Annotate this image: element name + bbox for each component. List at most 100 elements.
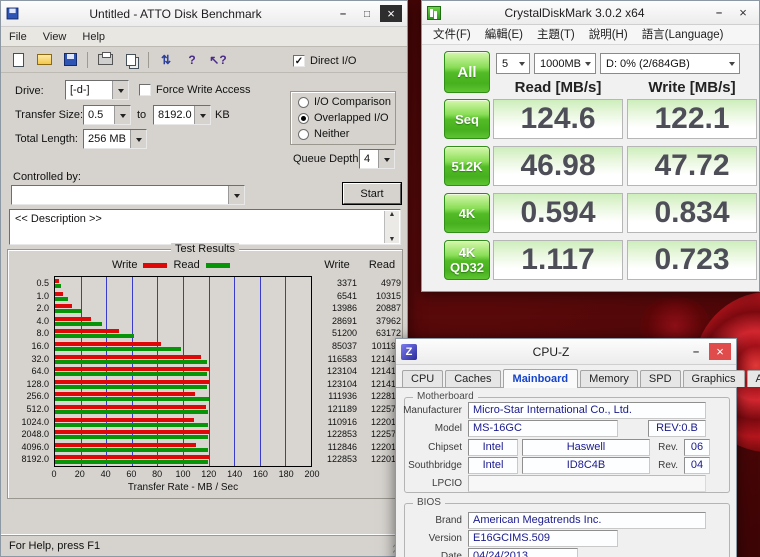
cdm-drive-value: D: 0% (2/684GB)	[606, 58, 690, 70]
atto-chart-xlabels: 020406080100120140160180200	[54, 469, 312, 480]
read-bar	[55, 360, 207, 364]
tab-caches[interactable]: Caches	[445, 370, 500, 387]
x-tick-label: 60	[126, 469, 136, 479]
transfer-to-combo[interactable]: 8192.0	[153, 105, 211, 125]
read-value: 10315	[360, 290, 404, 303]
cdm-4kqd32-write-value: 0.723	[627, 240, 757, 280]
cpuz-close-button[interactable]	[709, 343, 731, 360]
write-value: 122853	[314, 428, 360, 441]
chipset-vendor-field: Intel	[468, 439, 518, 456]
manufacturer-label: Manufacturer	[400, 405, 462, 416]
overlapped-io-label: Overlapped I/O	[314, 112, 389, 124]
write-bar	[55, 292, 63, 296]
description-box[interactable]: << Description >> ▲ ▼	[9, 209, 401, 245]
close-icon	[739, 5, 747, 20]
tab-memory[interactable]: Memory	[580, 370, 638, 387]
write-swatch-icon	[143, 263, 167, 268]
drive-combo[interactable]: [-d-]	[65, 80, 129, 100]
cdm-close-button[interactable]	[732, 4, 754, 21]
legend-read-label: Read	[173, 259, 199, 271]
tab-cpu[interactable]: CPU	[402, 370, 443, 387]
cdm-menu-file[interactable]: 文件(F)	[426, 25, 478, 45]
chipset-label: Chipset	[400, 442, 462, 453]
write-bar	[55, 443, 196, 447]
save-icon	[64, 53, 77, 66]
transfer-button[interactable]: ⇅	[155, 50, 177, 70]
chipset-rev-field: 06	[684, 439, 710, 456]
open-button[interactable]	[33, 50, 55, 70]
copy-button[interactable]	[120, 50, 142, 70]
y-tick-label: 4.0	[10, 315, 52, 328]
new-button[interactable]	[7, 50, 29, 70]
x-tick-label: 20	[75, 469, 85, 479]
atto-maximize-button[interactable]	[356, 5, 378, 22]
menu-view[interactable]: View	[35, 27, 75, 47]
write-bar	[55, 342, 161, 346]
cdm-512k-button[interactable]: 512K	[444, 146, 490, 186]
queue-depth-combo[interactable]: 4	[359, 149, 395, 169]
direct-io-checkbox[interactable]: Direct I/O	[293, 55, 356, 67]
cdm-all-button[interactable]: All	[444, 51, 490, 93]
cdm-test-size-combo[interactable]: 1000MB	[534, 53, 596, 74]
cdm-drive-combo[interactable]: D: 0% (2/684GB)	[600, 53, 740, 74]
print-button[interactable]	[94, 50, 116, 70]
cdm-4k-button[interactable]: 4K	[444, 193, 490, 233]
tab-about[interactable]: About	[747, 370, 760, 387]
transfer-from-combo[interactable]: 0.5	[83, 105, 131, 125]
write-value: 123104	[314, 365, 360, 378]
help-button[interactable]: ?	[181, 50, 203, 70]
lpcio-label: LPCIO	[400, 478, 462, 489]
tab-graphics[interactable]: Graphics	[683, 370, 745, 387]
cdm-menu-help[interactable]: 說明(H)	[582, 25, 635, 45]
tab-spd[interactable]: SPD	[640, 370, 681, 387]
controlled-by-combo[interactable]	[11, 185, 245, 205]
cdm-menu-edit[interactable]: 編輯(E)	[478, 25, 530, 45]
atto-close-button[interactable]	[380, 5, 402, 22]
io-comparison-radio[interactable]: I/O Comparison	[298, 96, 391, 108]
cdm-minimize-button[interactable]	[708, 4, 730, 21]
chart-row	[55, 390, 311, 403]
read-bar	[55, 297, 68, 301]
cdm-menu-theme[interactable]: 主題(T)	[530, 25, 582, 45]
atto-titlebar[interactable]: Untitled - ATTO Disk Benchmark	[1, 1, 407, 27]
cpuz-window: CPU-Z CPU Caches Mainboard Memory SPD Gr…	[395, 338, 737, 557]
save-button[interactable]	[59, 50, 81, 70]
menu-file[interactable]: File	[1, 27, 35, 47]
read-bar	[55, 309, 81, 313]
cdm-seq-button[interactable]: Seq	[444, 99, 490, 139]
overlapped-io-radio[interactable]: Overlapped I/O	[298, 112, 389, 124]
force-write-checkbox[interactable]: Force Write Access	[139, 84, 251, 96]
cpuz-tabbar: CPU Caches Mainboard Memory SPD Graphics…	[396, 367, 736, 388]
start-button[interactable]: Start	[343, 183, 401, 204]
context-help-button[interactable]: ↖?	[207, 50, 229, 70]
menu-help[interactable]: Help	[74, 27, 113, 47]
neither-radio[interactable]: Neither	[298, 128, 349, 140]
write-value: 13986	[314, 302, 360, 315]
atto-minimize-button[interactable]	[332, 5, 354, 22]
description-scrollbar[interactable]: ▲ ▼	[384, 211, 399, 243]
model-label: Model	[400, 423, 462, 434]
write-value: 85037	[314, 340, 360, 353]
tab-mainboard[interactable]: Mainboard	[503, 369, 579, 388]
atto-caption-buttons	[332, 5, 402, 22]
atto-window: Untitled - ATTO Disk Benchmark File View…	[0, 0, 408, 557]
cpuz-titlebar[interactable]: CPU-Z	[396, 339, 736, 365]
cdm-titlebar[interactable]: CrystalDiskMark 3.0.2 x64	[422, 1, 759, 25]
cdm-512k-write-value: 47.72	[627, 146, 757, 186]
cdm-menu-language[interactable]: 語言(Language)	[635, 25, 731, 45]
chart-row	[55, 340, 311, 353]
cdm-window: CrystalDiskMark 3.0.2 x64 文件(F) 編輯(E) 主題…	[421, 0, 760, 292]
cdm-4kqd32-button[interactable]: 4K QD32	[444, 240, 490, 280]
date-label: Date	[400, 551, 462, 557]
total-length-combo[interactable]: 256 MB	[83, 129, 147, 149]
atto-statusbar: For Help, press F1	[1, 534, 407, 556]
new-file-icon	[13, 53, 24, 67]
status-text: For Help, press F1	[9, 540, 100, 552]
write-value: 123104	[314, 378, 360, 391]
write-value: 3371	[314, 277, 360, 290]
cdm-test-count-value: 5	[502, 58, 508, 70]
controlled-by-label: Controlled by:	[13, 171, 81, 183]
kb-label: KB	[215, 109, 230, 121]
cpuz-minimize-button[interactable]	[685, 343, 707, 360]
cdm-test-count-combo[interactable]: 5	[496, 53, 530, 74]
